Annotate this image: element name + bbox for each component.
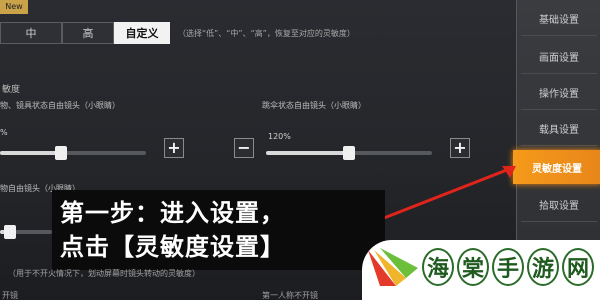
lower-slider-thumb[interactable]	[4, 225, 17, 239]
left-slider-percent: %	[0, 128, 8, 137]
watermark-logo-icon	[368, 248, 418, 286]
sidebar-item-controls[interactable]: 操作设置	[521, 76, 597, 110]
preset-medium-button[interactable]: 中	[0, 22, 62, 44]
sidebar-item-vehicle[interactable]: 载具设置	[521, 112, 597, 146]
right-slider-fill	[266, 151, 349, 155]
sidebar-item-pickup[interactable]: 拾取设置	[521, 188, 597, 222]
red-arrow-icon	[383, 166, 516, 220]
sensitivity-footnote: （用于不开火情况下，划动屏幕时镜头转动的灵敏度）	[8, 269, 200, 278]
left-plus-button[interactable]: +	[164, 138, 184, 158]
preset-high-button[interactable]: 高	[62, 22, 114, 44]
watermark-char: 手	[492, 248, 524, 286]
watermark-char: 棠	[457, 248, 489, 286]
bottom-right-label: 第一人称不开镜	[262, 291, 318, 300]
sidebar-item-basic[interactable]: 基础设置	[521, 2, 597, 36]
sidebar-item-sensitivity[interactable]: 灵敏度设置	[513, 150, 600, 184]
preset-custom-button[interactable]: 自定义	[114, 22, 170, 44]
tutorial-caption: 第一步：进入设置， 点击【灵敏度设置】	[52, 190, 385, 270]
right-plus-button[interactable]: +	[450, 138, 470, 158]
sensitivity-preset-row: 中 高 自定义 （选择“低”、“中”、“高”，恢复至对应的灵敏度）	[0, 22, 355, 44]
game-settings-screen: New 中 高 自定义 （选择“低”、“中”、“高”，恢复至对应的灵敏度） 敏度…	[0, 0, 600, 300]
left-slider-fill	[0, 151, 62, 155]
watermark-text: 海 棠 手 游 网	[422, 248, 594, 286]
left-slider-label: 物、镜具状态自由镜头（小眼睛）	[0, 101, 120, 110]
lower-slider-track[interactable]	[0, 225, 52, 239]
watermark-char: 海	[422, 248, 454, 286]
right-slider-percent: 120%	[268, 132, 291, 141]
watermark-char: 网	[562, 248, 594, 286]
caption-line-2: 点击【灵敏度设置】	[60, 233, 285, 261]
bottom-left-label: 开镜	[2, 291, 18, 300]
right-slider-thumb[interactable]	[343, 146, 355, 160]
left-slider-track[interactable]	[0, 146, 146, 160]
left-slider-thumb[interactable]	[55, 146, 68, 160]
watermark-char: 游	[527, 248, 559, 286]
right-slider-label: 跳伞状态自由镜头（小眼睛）	[262, 101, 366, 110]
right-slider-track[interactable]	[266, 146, 432, 160]
right-minus-button[interactable]: −	[234, 138, 254, 158]
sidebar-item-graphics[interactable]: 画面设置	[521, 40, 597, 74]
preset-note: （选择“低”、“中”、“高”，恢复至对应的灵敏度）	[178, 28, 355, 38]
new-badge: New	[0, 0, 28, 14]
caption-line-1: 第一步：进入设置，	[60, 199, 285, 227]
section-title: 敏度	[2, 85, 21, 95]
